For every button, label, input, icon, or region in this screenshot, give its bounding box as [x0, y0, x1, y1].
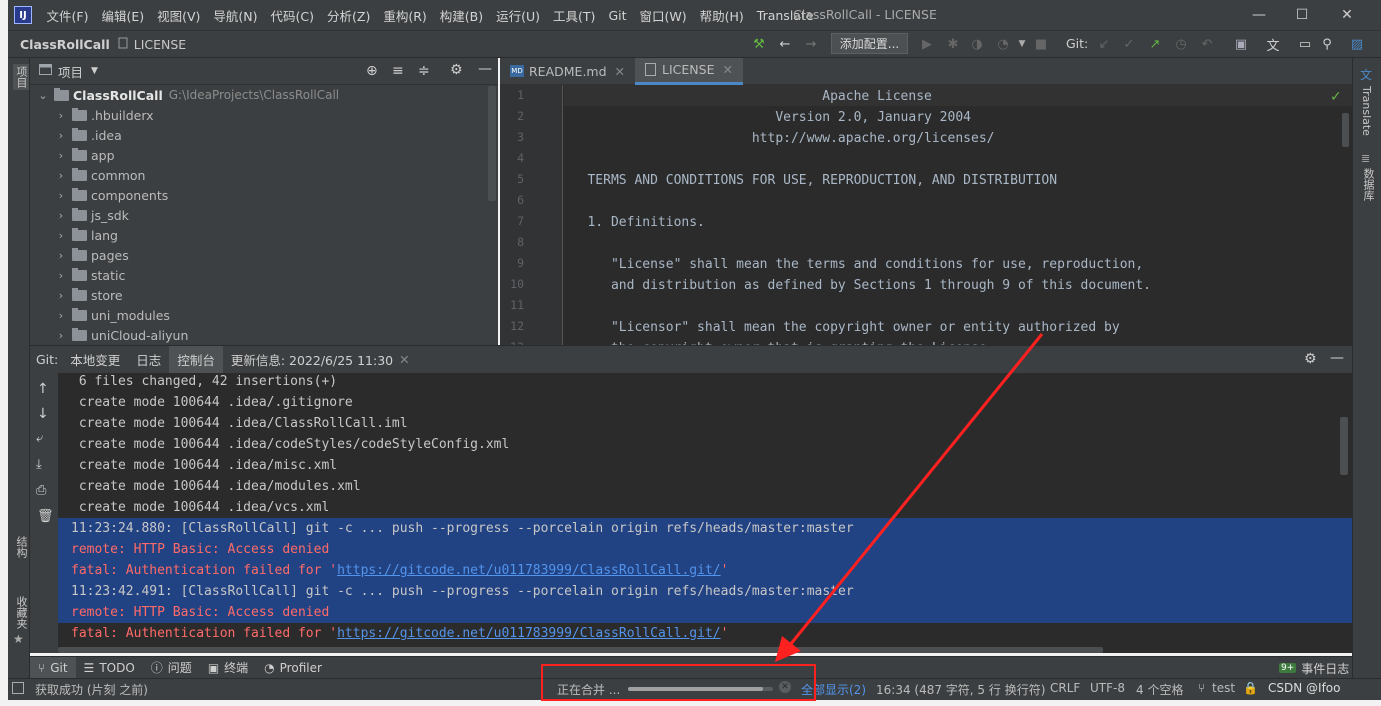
annotation-arrow: [775, 333, 1044, 662]
